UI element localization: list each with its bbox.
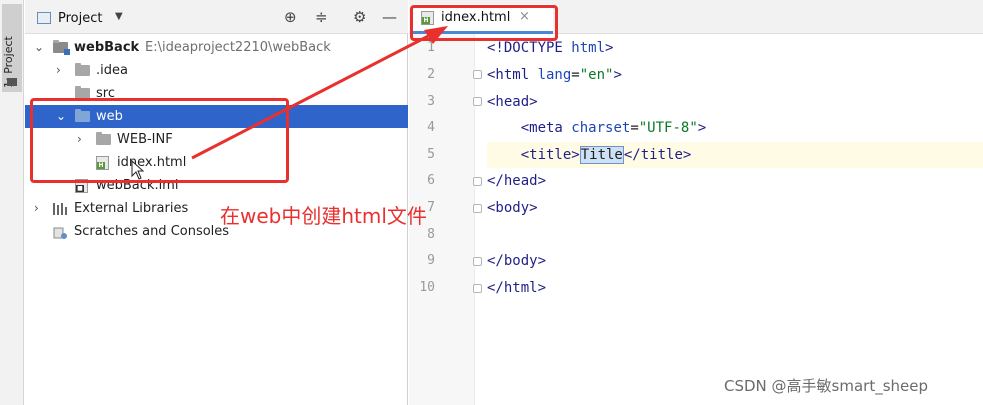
chevron-right-icon[interactable]: ›	[56, 59, 68, 82]
tree-item-label: External Libraries	[74, 201, 189, 216]
tree-item-label: webBack	[74, 40, 140, 55]
project-view-selector[interactable]: Project	[58, 11, 102, 26]
left-tool-strip: 1: Project	[0, 0, 24, 405]
fold-marker-icon[interactable]	[473, 284, 482, 293]
code-line-3: <head>	[487, 89, 983, 115]
fold-marker-icon[interactable]	[473, 257, 482, 266]
annotation-text: 在web中创建html文件	[220, 204, 427, 228]
code-line-6: </head>	[487, 168, 983, 194]
code-token: "en"	[579, 67, 614, 83]
project-view-icon	[37, 12, 51, 24]
code-token: <!DOCTYPE	[487, 40, 563, 56]
hide-icon[interactable]: —	[382, 9, 397, 25]
code-token: >	[613, 67, 622, 83]
watermark: CSDN @高手敏smart_sheep	[724, 377, 929, 395]
library-icon	[53, 203, 68, 215]
collapse-all-icon[interactable]: ≑	[315, 9, 328, 25]
fold-marker-icon[interactable]	[473, 70, 482, 79]
folder-icon	[7, 78, 17, 86]
code-token: >	[697, 120, 707, 136]
code-line-4: <meta charset="UTF-8">	[487, 115, 983, 141]
folder-icon	[75, 63, 90, 76]
chevron-down-icon[interactable]: ▼	[115, 11, 123, 22]
code-token: <body>	[487, 200, 538, 216]
code-token: lang	[537, 67, 572, 83]
code-token: =	[571, 67, 580, 83]
mouse-cursor-icon	[131, 160, 145, 180]
chevron-right-icon[interactable]: ›	[34, 197, 46, 220]
scratches-icon	[53, 225, 68, 239]
code-token: "UTF-8"	[638, 120, 698, 136]
line-number: 2	[427, 67, 435, 82]
code-token: </body>	[487, 253, 547, 269]
code-token: html	[562, 40, 606, 56]
line-number: 5	[427, 147, 435, 162]
editor-area: H idnex.html × 1 2 3 4 5 6 7 8 9 10 <!DO…	[409, 0, 983, 405]
line-number: 4	[427, 120, 435, 135]
gear-icon[interactable]: ⚙	[353, 9, 366, 25]
tree-item-idea[interactable]: › .idea	[25, 59, 408, 82]
code-token: <title>	[487, 147, 580, 163]
code-token: <html	[487, 67, 538, 83]
tree-item-label: Scratches and Consoles	[74, 224, 230, 239]
code-token: </html>	[487, 280, 547, 296]
line-number: 10	[419, 280, 435, 295]
code-token: charset	[571, 120, 631, 136]
code-line-1: <!DOCTYPE html>	[487, 35, 983, 61]
code-token: </head>	[487, 173, 547, 189]
annotation-box-web-folder	[30, 98, 289, 183]
tree-item-label: .idea	[96, 63, 128, 78]
line-number: 3	[427, 94, 435, 109]
project-panel-header: Project ▼ ⊕ ≑ ⚙ —	[25, 0, 408, 34]
code-line-9: </body>	[487, 248, 983, 274]
code-token: </title>	[623, 147, 692, 163]
project-tool-window-label: 1: Project	[2, 36, 15, 88]
code-token: <meta	[487, 120, 572, 136]
chevron-down-icon[interactable]: ⌄	[34, 36, 46, 59]
tree-item-webback[interactable]: ⌄ webBack E:\ideaproject2210\webBack	[25, 36, 408, 59]
tree-item-path: E:\ideaproject2210\webBack	[145, 40, 331, 55]
selected-text: Title	[579, 146, 624, 164]
code-line-2: <html lang="en">	[487, 62, 983, 88]
line-number: 6	[427, 173, 435, 188]
line-number: 9	[427, 253, 435, 268]
fold-marker-icon[interactable]	[473, 177, 482, 186]
code-line-7: <body>	[487, 195, 983, 221]
module-folder-icon	[53, 40, 70, 55]
fold-marker-icon[interactable]	[473, 204, 482, 213]
annotation-box-editor-tab	[410, 5, 558, 41]
code-token: >	[605, 40, 614, 56]
fold-marker-icon[interactable]	[473, 97, 482, 106]
code-token: <head>	[487, 94, 538, 110]
code-line-10: </html>	[487, 275, 983, 301]
locate-icon[interactable]: ⊕	[284, 9, 297, 25]
code-line-5: <title>Title</title>	[487, 142, 983, 168]
code-token: =	[630, 120, 639, 136]
